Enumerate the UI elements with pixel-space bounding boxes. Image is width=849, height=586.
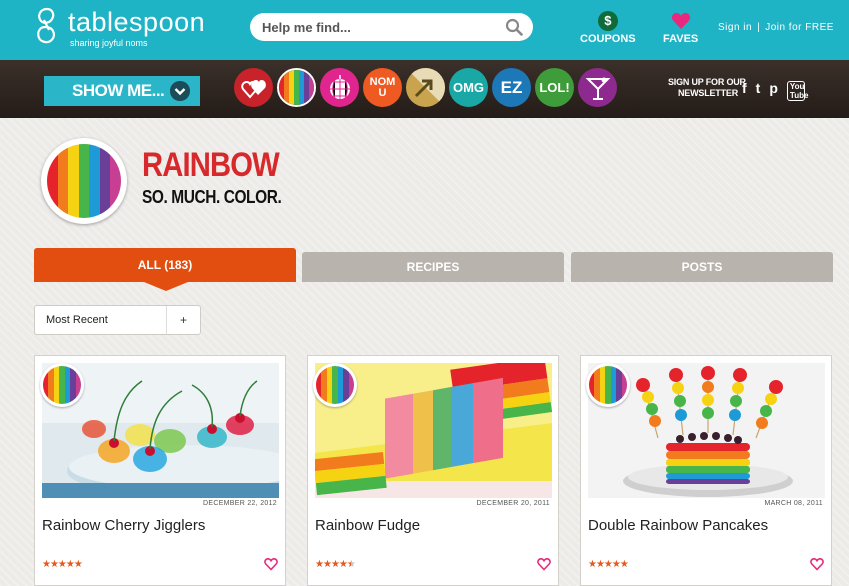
rainbow-stripe xyxy=(78,144,90,218)
rainbow-stripe xyxy=(68,144,79,218)
category-lol-label: LOL! xyxy=(539,80,570,95)
newsletter-line-2: NEWSLETTER xyxy=(678,88,738,98)
page-subtitle: SO. MUCH. COLOR. xyxy=(142,187,282,207)
facebook-icon[interactable]: f xyxy=(742,80,747,101)
sort-dropdown[interactable]: Most Recent + xyxy=(34,305,201,335)
join-link[interactable]: Join for FREE xyxy=(765,22,834,33)
category-ez-label: EZ xyxy=(500,77,523,97)
youtube-icon[interactable]: You Tube xyxy=(786,81,808,101)
coupons-link[interactable]: $ COUPONS xyxy=(580,11,636,45)
rainbow-stripe xyxy=(110,144,121,218)
rainbow-badge-icon xyxy=(40,363,84,407)
rainbow-stripe xyxy=(47,144,58,218)
category-omg-label: OMG xyxy=(452,80,485,95)
category-omg-icon[interactable]: OMG xyxy=(449,68,488,107)
recipe-title[interactable]: Rainbow Cherry Jigglers xyxy=(42,517,205,534)
coupons-label: COUPONS xyxy=(580,33,636,45)
recipe-card[interactable]: DECEMBER 20, 2011 Rainbow Fudge ★★★★★ xyxy=(307,355,559,586)
recipe-card[interactable]: DECEMBER 22, 2012 Rainbow Cherry Jiggler… xyxy=(34,355,286,586)
category-cocktail-icon[interactable] xyxy=(578,68,617,107)
tab-posts-label: POSTS xyxy=(681,260,723,274)
rainbow-badge-icon xyxy=(41,138,127,224)
sign-in-link[interactable]: Sign in xyxy=(718,22,752,33)
category-hack-icon[interactable] xyxy=(406,68,445,107)
category-love-icon[interactable] xyxy=(234,68,273,107)
recipe-date: DECEMBER 22, 2012 xyxy=(203,500,277,507)
spoon-logo-icon xyxy=(37,7,55,44)
favorite-heart-icon[interactable] xyxy=(810,557,824,571)
star-rating: ★★★★★ xyxy=(42,559,83,570)
sort-toggle-button[interactable]: + xyxy=(167,306,200,334)
account-links: Sign in | Join for FREE xyxy=(718,22,834,33)
search-box xyxy=(250,13,533,41)
recipe-title[interactable]: Rainbow Fudge xyxy=(315,517,420,534)
category-nom-icon[interactable]: NOM U xyxy=(363,68,402,107)
active-tab-pointer xyxy=(144,282,188,291)
sort-selected[interactable]: Most Recent xyxy=(35,306,167,334)
tab-all-label: ALL (183) xyxy=(137,258,193,272)
hearts-icon xyxy=(240,79,266,99)
search-input[interactable] xyxy=(262,13,502,41)
logo[interactable]: tablespoon sharing joyful noms xyxy=(32,6,205,48)
rainbow-badge-icon xyxy=(313,363,357,407)
nav-bar: SHOW ME... NOM U OMG EZ LOL! SIGN UP FOR… xyxy=(0,60,849,118)
recipe-date: MARCH 08, 2011 xyxy=(764,500,823,507)
rainbow-stripe xyxy=(57,144,69,218)
category-icons: NOM U OMG EZ LOL! xyxy=(234,68,617,107)
disco-ball-icon xyxy=(329,74,350,99)
category-party-icon[interactable] xyxy=(320,68,359,107)
category-ez-icon[interactable]: EZ xyxy=(492,68,531,107)
category-lol-icon[interactable]: LOL! xyxy=(535,68,574,107)
search-icon[interactable] xyxy=(505,18,523,36)
rainbow-stripe xyxy=(89,144,100,218)
arrow-icon xyxy=(406,68,445,107)
star-icon: ★ xyxy=(315,559,324,570)
star-icon: ★ xyxy=(322,559,332,570)
account-separator: | xyxy=(757,22,761,33)
recipe-title[interactable]: Double Rainbow Pancakes xyxy=(588,517,768,534)
category-rainbow-icon[interactable] xyxy=(277,68,316,107)
tab-recipes[interactable]: RECIPES xyxy=(302,252,564,282)
show-me-dropdown[interactable]: SHOW ME... xyxy=(44,76,200,106)
favorite-heart-icon[interactable] xyxy=(537,557,551,571)
chevron-down-icon xyxy=(170,81,190,101)
social-links: f t p You Tube xyxy=(742,80,808,101)
brand-tagline: sharing joyful noms xyxy=(70,38,148,48)
faves-label: FAVES xyxy=(663,33,699,45)
star-rating: ★★★★★ xyxy=(588,559,629,570)
star-icon: ★ xyxy=(330,559,340,570)
twitter-icon[interactable]: t xyxy=(756,80,761,101)
rainbow-stripe xyxy=(99,144,111,218)
brand-name: tablespoon xyxy=(68,7,206,37)
newsletter-line-1: SIGN UP FOR OUR xyxy=(668,77,746,87)
pinterest-icon[interactable]: p xyxy=(769,80,778,101)
faves-link[interactable]: FAVES xyxy=(663,11,698,45)
newsletter-signup[interactable]: SIGN UP FOR OUR NEWSLETTER xyxy=(668,77,746,99)
star-icon: ★ xyxy=(338,559,348,570)
top-bar: tablespoon sharing joyful noms $ COUPONS… xyxy=(0,0,849,60)
star-icon: ★ xyxy=(346,559,356,570)
tab-all[interactable]: ALL (183) xyxy=(34,248,296,282)
tab-recipes-label: RECIPES xyxy=(406,260,460,274)
page-title: RAINBOW xyxy=(142,146,280,184)
favorite-heart-icon[interactable] xyxy=(264,557,278,571)
heart-icon xyxy=(671,13,690,29)
recipe-date: DECEMBER 20, 2011 xyxy=(476,500,550,507)
category-nom-label: NOM U xyxy=(369,75,396,99)
martini-icon xyxy=(585,77,610,100)
show-me-label: SHOW ME... xyxy=(72,81,165,100)
rainbow-badge-icon xyxy=(586,363,630,407)
recipe-card[interactable]: MARCH 08, 2011 Double Rainbow Pancakes ★… xyxy=(580,355,832,586)
dollar-icon: $ xyxy=(597,11,618,31)
tab-posts[interactable]: POSTS xyxy=(571,252,833,282)
star-rating: ★★★★★ xyxy=(315,559,356,570)
